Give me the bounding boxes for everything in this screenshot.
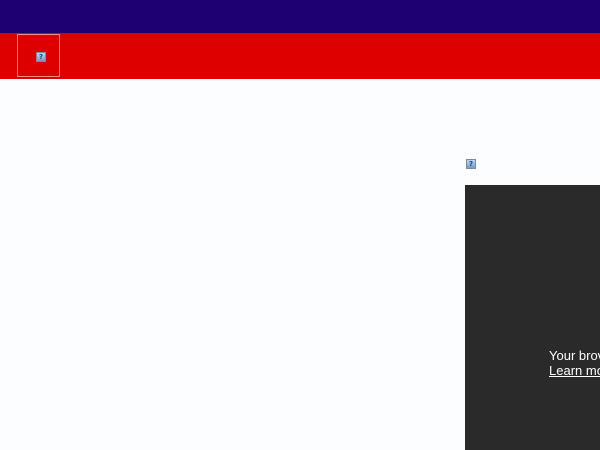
- learn-more-link[interactable]: Learn mo: [549, 363, 600, 378]
- video-player[interactable]: Your brov Learn mo: [465, 185, 600, 450]
- top-banner-bar: [0, 0, 600, 33]
- logo-link[interactable]: ?: [17, 34, 60, 77]
- site-header: ?: [0, 33, 600, 79]
- unsupported-browser-message: Your brov Learn mo: [549, 348, 600, 378]
- broken-image-icon: ?: [466, 159, 476, 169]
- broken-image-icon: ?: [36, 52, 46, 62]
- unsupported-browser-text: Your brov: [549, 348, 600, 363]
